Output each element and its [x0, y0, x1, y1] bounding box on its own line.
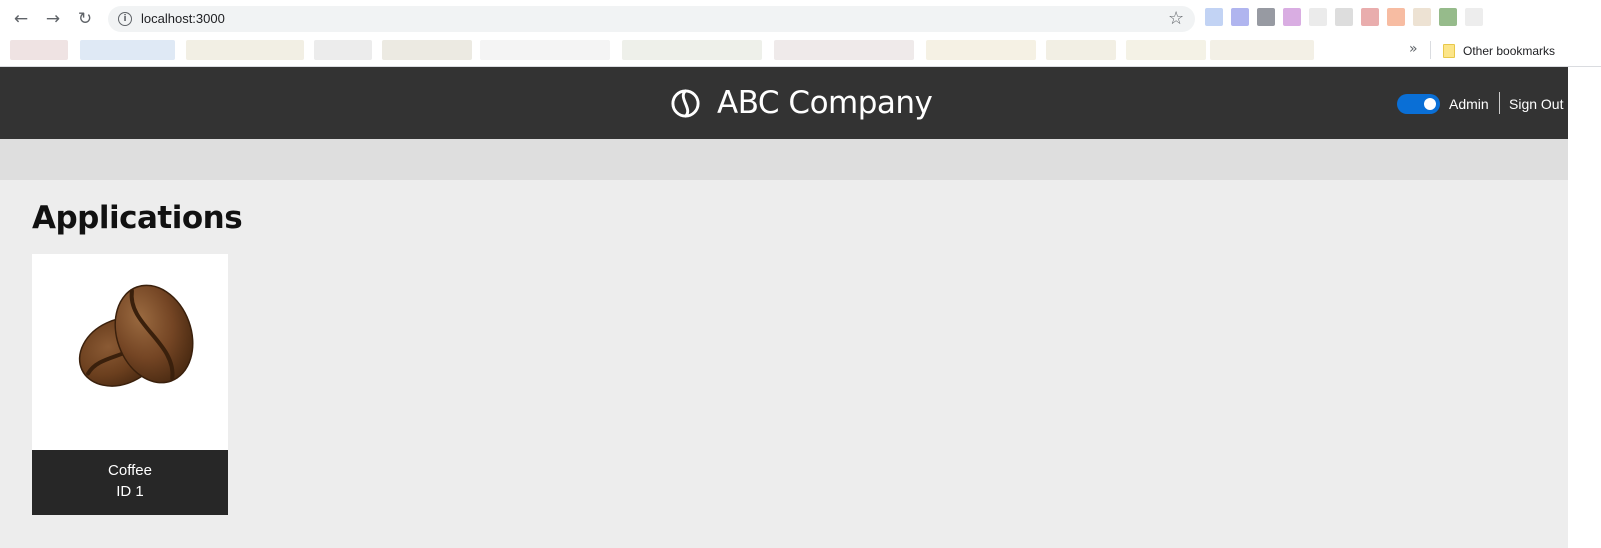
application-id: ID 1: [116, 483, 144, 500]
application-card[interactable]: Coffee ID 1: [32, 254, 228, 515]
sign-out-link[interactable]: Sign Out: [1509, 96, 1563, 112]
bookmark-item[interactable]: [80, 40, 175, 60]
bookmark-item[interactable]: [622, 40, 762, 60]
extension-icon[interactable]: [1283, 8, 1301, 26]
bookmark-item[interactable]: [926, 40, 1036, 60]
bookmark-item[interactable]: [10, 40, 68, 60]
bookmark-item[interactable]: [774, 40, 914, 60]
extension-icon[interactable]: [1361, 8, 1379, 26]
company-title: ABC Company: [717, 85, 933, 121]
company-logo-icon: [671, 89, 700, 118]
bookmark-item[interactable]: [1210, 40, 1314, 60]
other-bookmarks-link[interactable]: Other bookmarks: [1463, 44, 1555, 58]
sub-navigation-bar: [0, 139, 1568, 180]
browser-toolbar: ← → ↻ i localhost:3000 ☆: [0, 0, 1601, 37]
bookmarks-divider: [1430, 41, 1431, 59]
bookmark-item[interactable]: [382, 40, 472, 60]
bookmarks-bar: [0, 37, 1601, 67]
extension-icon[interactable]: [1335, 8, 1353, 26]
extension-icon[interactable]: [1387, 8, 1405, 26]
toggle-knob: [1424, 98, 1436, 110]
bookmark-star-icon[interactable]: ☆: [1168, 8, 1184, 29]
site-info-icon[interactable]: i: [118, 12, 132, 26]
bookmarks-overflow-button[interactable]: »: [1409, 41, 1418, 57]
extension-icon[interactable]: [1257, 8, 1275, 26]
page-edge: [1568, 67, 1601, 548]
admin-label: Admin: [1449, 96, 1489, 112]
url-text[interactable]: localhost:3000: [141, 11, 225, 26]
application-name: Coffee: [108, 462, 152, 479]
header-divider: [1499, 92, 1500, 114]
bookmark-item[interactable]: [314, 40, 372, 60]
page-title: Applications: [32, 200, 243, 236]
bookmark-item[interactable]: [480, 40, 610, 60]
extension-icon[interactable]: [1439, 8, 1457, 26]
bookmark-item[interactable]: [1046, 40, 1116, 60]
extension-icon[interactable]: [1413, 8, 1431, 26]
back-arrow-icon[interactable]: ←: [10, 8, 32, 30]
admin-toggle[interactable]: [1397, 94, 1440, 114]
coffee-beans-icon: [78, 284, 194, 387]
forward-arrow-icon[interactable]: →: [42, 8, 64, 30]
folder-icon: [1443, 44, 1455, 58]
extension-icon[interactable]: [1465, 8, 1483, 26]
application-card-footer: Coffee ID 1: [32, 450, 228, 515]
extension-icon[interactable]: [1205, 8, 1223, 26]
bookmark-item[interactable]: [1126, 40, 1206, 60]
extensions-area: [1205, 8, 1483, 28]
bookmark-item[interactable]: [186, 40, 304, 60]
reload-icon[interactable]: ↻: [74, 8, 96, 30]
address-bar[interactable]: [108, 6, 1195, 32]
extension-icon[interactable]: [1309, 8, 1327, 26]
extension-icon[interactable]: [1231, 8, 1249, 26]
